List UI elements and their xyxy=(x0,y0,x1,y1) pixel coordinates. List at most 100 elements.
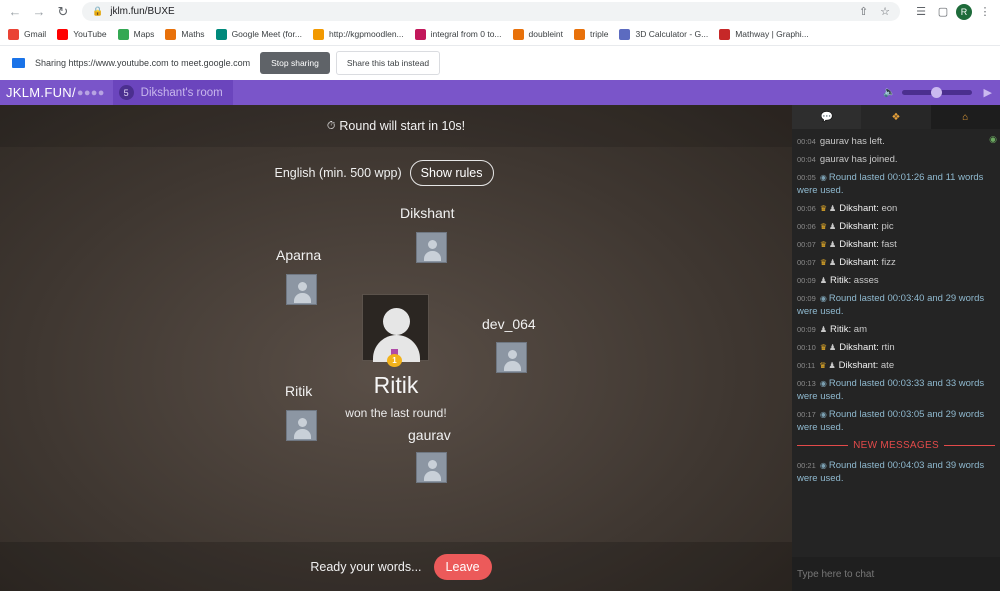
profile-avatar[interactable]: R xyxy=(956,3,972,20)
volume-knob[interactable] xyxy=(931,87,943,98)
room-tab[interactable]: 5 Dikshant's room xyxy=(112,80,233,105)
message-text: fast xyxy=(881,239,897,250)
settings-icon xyxy=(574,28,586,40)
settings-icon xyxy=(165,28,177,40)
stop-sharing-button[interactable]: Stop sharing xyxy=(260,52,330,74)
message-author[interactable]: Ritik: xyxy=(830,275,854,286)
language-label: English (min. 500 wpp) xyxy=(274,166,402,180)
bookmark-item[interactable]: Maths xyxy=(165,28,205,40)
chat-input-area xyxy=(792,557,1000,591)
bookmark-label: Google Meet (for... xyxy=(231,29,302,39)
round-status-text: Round will start in 10s! xyxy=(339,119,466,133)
player-seat: dev_064 xyxy=(482,316,536,332)
bookmark-item[interactable]: YouTube xyxy=(57,28,107,40)
bookmark-label: Gmail xyxy=(24,29,47,39)
message-timestamp: 00:09 xyxy=(797,276,818,285)
media-control-icon[interactable]: ☰ xyxy=(912,3,930,21)
bookmark-label: Maths xyxy=(181,29,205,39)
crown-icon: ♛ xyxy=(819,258,828,267)
crown-icon: ♛ xyxy=(819,343,828,352)
chat-input[interactable] xyxy=(797,568,987,580)
user-icon: ♟ xyxy=(829,240,837,249)
share-status-text: Sharing https://www.youtube.com to meet.… xyxy=(35,58,251,68)
bookmark-label: doubleint xyxy=(528,29,564,39)
bookmark-item[interactable]: 3D Calculator - G... xyxy=(619,28,708,40)
player-seat: Dikshant xyxy=(400,205,454,221)
bookmark-item[interactable]: Maps xyxy=(117,28,154,40)
user-icon: ♟ xyxy=(819,276,828,285)
brand-text: JKLM.FUN/ xyxy=(6,85,76,100)
gmail-icon xyxy=(8,28,19,40)
message-timestamp: 00:10 xyxy=(797,343,818,352)
puzzle-icon[interactable]: ❖ xyxy=(861,105,931,129)
address-bar[interactable]: 🔒 jklm.fun/BUXE ⇧ ☆ xyxy=(82,2,900,21)
message-timestamp: 00:21 xyxy=(797,461,818,470)
share-tab-button[interactable]: Share this tab instead xyxy=(335,51,441,75)
message-author[interactable]: Dikshant: xyxy=(839,342,881,353)
home-icon[interactable]: ⌂ xyxy=(931,105,1000,129)
player-avatar xyxy=(286,274,317,305)
world-icon: ◉ xyxy=(819,173,827,182)
chat-message: 00:09 ◉ Round lasted 00:03:40 and 29 word… xyxy=(797,292,995,318)
crown-icon: ♛ xyxy=(819,222,828,231)
bookmark-item[interactable]: Mathway | Graphi... xyxy=(719,28,809,40)
message-timestamp: 00:06 xyxy=(797,222,818,231)
bookmark-item[interactable]: Google Meet (for... xyxy=(215,28,302,40)
forward-arrow-icon[interactable]: → xyxy=(30,3,48,21)
bookmark-item[interactable]: triple xyxy=(574,28,609,40)
player-avatar xyxy=(416,232,447,263)
volume-slider[interactable] xyxy=(901,87,972,98)
maps-icon xyxy=(117,28,129,40)
leave-button[interactable]: Leave xyxy=(433,553,492,580)
share-icon[interactable]: ⇧ xyxy=(859,5,868,18)
bookmark-item[interactable]: doubleint xyxy=(512,28,564,40)
message-timestamp: 00:09 xyxy=(797,294,818,303)
bookmark-item[interactable]: http://kgpmoodlen... xyxy=(312,28,404,40)
player-seat: gaurav xyxy=(408,427,451,443)
chat-message: 00:07 ♛ ♟ Dikshant: fast xyxy=(797,238,995,251)
message-timestamp: 00:11 xyxy=(797,361,818,370)
message-author[interactable]: Dikshant: xyxy=(839,257,881,268)
room-name: Dikshant's room xyxy=(140,86,223,99)
back-arrow-icon[interactable]: ← xyxy=(6,3,24,21)
bookmark-label: YouTube xyxy=(73,29,107,39)
ready-text: Ready your words... xyxy=(310,559,422,574)
chat-message: 00:11 ♛ ♟ Dikshant: ate xyxy=(797,359,995,372)
side-panel-icon[interactable]: ▢ xyxy=(934,3,952,21)
show-rules-button[interactable]: Show rules xyxy=(409,160,494,186)
crown-icon: ♛ xyxy=(819,204,828,213)
bookmark-label: Mathway | Graphi... xyxy=(735,29,809,39)
new-messages-divider: NEW MESSAGES xyxy=(797,440,995,451)
bookmark-label: triple xyxy=(590,29,609,39)
chat-log[interactable]: 00:04 gaurav has left. 00:04 gaurav has j… xyxy=(792,129,1000,485)
message-author[interactable]: Ritik: xyxy=(830,324,854,335)
winner-subtitle: won the last round! xyxy=(345,406,447,420)
chat-message: 00:04 gaurav has joined. xyxy=(797,153,995,166)
message-timestamp: 00:13 xyxy=(797,379,818,388)
site-logo[interactable]: JKLM.FUN/ ●●●● xyxy=(0,85,105,100)
message-text: fizz xyxy=(881,257,896,268)
chat-message: 00:07 ♛ ♟ Dikshant: fizz xyxy=(797,256,995,269)
chat-message: 00:04 gaurav has left. xyxy=(797,135,995,148)
user-icon: ♟ xyxy=(829,204,837,213)
message-author[interactable]: Dikshant: xyxy=(839,221,881,232)
speaker-icon[interactable]: 🔈 xyxy=(883,87,895,98)
chat-message: 00:06 ♛ ♟ Dikshant: eon xyxy=(797,202,995,215)
more-menu-icon[interactable]: ⋮ xyxy=(976,3,994,21)
player-name: Dikshant xyxy=(400,205,455,221)
star-icon[interactable]: ☆ xyxy=(880,5,890,18)
reload-icon[interactable]: ↻ xyxy=(54,3,72,21)
moodle-icon xyxy=(312,28,324,40)
bookmark-item[interactable]: integral from 0 to... xyxy=(414,28,502,40)
player-name: Aparna xyxy=(276,247,322,263)
message-author[interactable]: Dikshant: xyxy=(839,239,881,250)
play-icon[interactable]: ▶ xyxy=(984,86,992,99)
message-author[interactable]: Dikshant: xyxy=(839,203,881,214)
stopwatch-icon: ⏱ xyxy=(326,119,336,132)
user-icon: ♟ xyxy=(829,258,837,267)
message-author[interactable]: Dikshant: xyxy=(839,360,881,371)
winner-name: Ritik xyxy=(373,372,419,398)
chat-icon[interactable]: 💬 xyxy=(792,105,862,129)
bookmark-item[interactable]: Gmail xyxy=(8,28,47,40)
game-area: ⏱ Round will start in 10s! English (min.… xyxy=(0,105,792,591)
